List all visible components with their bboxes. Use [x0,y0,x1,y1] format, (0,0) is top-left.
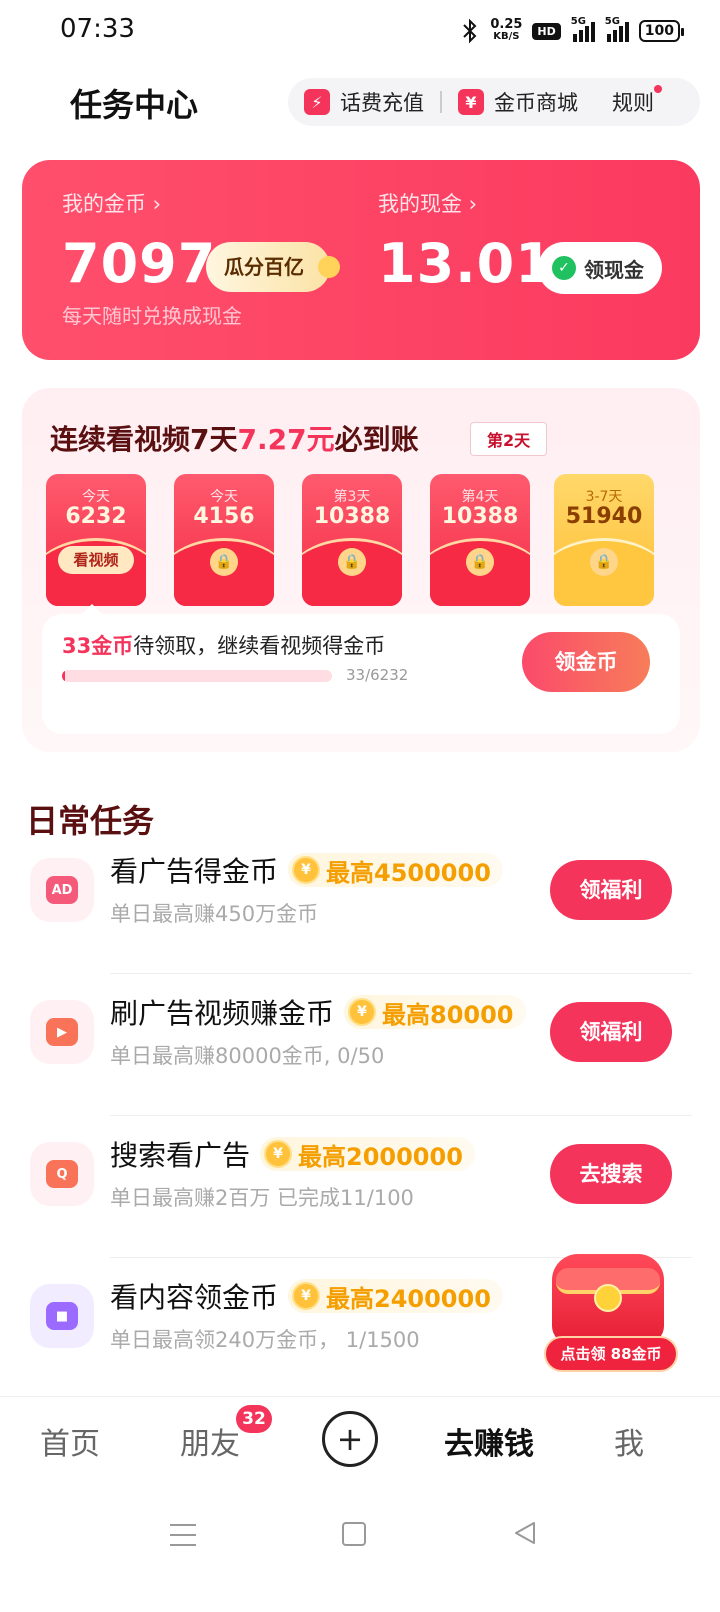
coin-shop-button[interactable]: ¥ 金币商城 [458,87,578,117]
video-camera-icon: ■ [30,1284,94,1348]
streak-title: 连续看视频7天 7.27元 必到账 [50,423,419,456]
task-title: 搜索看广告 ¥ 最高2000000 [110,1134,475,1174]
get-benefit-button[interactable]: 领福利 [550,860,672,920]
rules-button[interactable]: 规则 [612,85,662,117]
max-reward-badge: ¥ 最高4500000 [288,853,503,887]
progress-count: 33/6232 [346,666,409,684]
recharge-button[interactable]: ⚡ 话费充值 [304,87,424,117]
rules-label: 规则 [612,91,654,115]
recharge-label: 话费充值 [340,91,424,115]
system-nav-bar [0,1488,720,1612]
nav-home[interactable]: 首页 [40,1419,100,1463]
task-subtitle: 单日最高赚2百万 已完成11/100 [110,1186,414,1210]
max-reward-badge: ¥ 最高2400000 [288,1279,503,1313]
watch-streak-card: 连续看视频7天 7.27元 必到账 第2天 今天 6232 看视频 今天 4156 … [22,388,700,752]
bottom-nav: 首页 朋友 32 + 去赚钱 我 [0,1396,720,1488]
video-play-icon: ▶ [30,1000,94,1064]
task-subtitle: 单日最高领240万金币， 1/1500 [110,1328,420,1352]
watch-video-button[interactable]: 看视频 [58,546,134,574]
task-title: 看广告得金币 ¥ 最高4500000 [110,850,503,890]
my-coins-link[interactable]: 我的金币 › [62,188,161,218]
streak-day-badge: 第2天 [470,422,548,456]
wechat-pay-icon: ✓ [552,256,576,280]
coin-icon: ¥ [292,1282,321,1310]
pending-coins-text: 33金币待领取，继续看视频得金币 [62,634,386,658]
cash-value: 13.01 [378,232,554,295]
my-cash-link[interactable]: 我的现金 › [378,188,477,218]
lock-icon: 🔒 [338,548,366,576]
home-icon[interactable] [342,1522,366,1546]
lock-icon: 🔒 [210,548,238,576]
coins-value: 7097 [62,232,217,295]
nav-earn[interactable]: 去赚钱 [444,1419,534,1463]
lock-icon: 🔒 [590,548,618,576]
status-time: 07:33 [60,14,135,44]
status-bar: 07:33 0.25 KB/S HD 5G 5G 100 [0,0,720,64]
add-icon[interactable]: + [322,1411,378,1467]
task-title: 刷广告视频赚金币 ¥ 最高80000 [110,992,526,1032]
page-title: 任务中心 [70,86,199,124]
lock-icon: 🔒 [466,548,494,576]
back-icon[interactable] [510,1518,540,1548]
pending-coins-box: 33金币待领取，继续看视频得金币 33/6232 领金币 [42,604,680,734]
share-billions-badge[interactable]: 瓜分百亿 [206,242,340,292]
lightning-icon: ⚡ [304,89,330,115]
chest-label: 点击领 88金币 [544,1336,678,1372]
task-subtitle: 单日最高赚450万金币 [110,902,319,926]
envelope-day-4[interactable]: 第4天 10388 🔒 [430,474,530,606]
ticket-icon: ¥ [458,89,484,115]
header-actions: ⚡ 话费充值 ¥ 金币商城 规则 [288,78,700,126]
coin-icon [594,1284,622,1312]
friends-badge: 32 [236,1405,272,1433]
coin-shop-label: 金币商城 [494,91,578,115]
max-reward-badge: ¥ 最高80000 [344,995,526,1029]
task-item: Q 搜索看广告 ¥ 最高2000000 单日最高赚2百万 已完成11/100 去搜… [0,1116,720,1258]
hd-voice-icon: HD [532,22,561,40]
wallet-subtitle: 每天随时兑换成现金 [62,304,242,328]
coin-icon: ¥ [348,998,377,1026]
search-play-icon: Q [30,1142,94,1206]
progress-bar [62,670,332,682]
task-item: ▶ 刷广告视频赚金币 ¥ 最高80000 单日最高赚80000金币, 0/50 领… [0,974,720,1116]
treasure-chest-icon [552,1254,664,1344]
coin-icon: ¥ [264,1140,293,1168]
nav-friends[interactable]: 朋友 32 [180,1405,272,1463]
withdraw-cash-label: 领现金 [584,257,644,282]
envelope-day-3[interactable]: 第3天 10388 🔒 [302,474,402,606]
signal-5g-icon-2: 5G [605,16,629,42]
envelope-day-2[interactable]: 今天 4156 🔒 [174,474,274,606]
ad-icon: AD [30,858,94,922]
header: 任务中心 ⚡ 话费充值 ¥ 金币商城 规则 [0,72,720,130]
task-title: 看内容领金币 ¥ 最高2400000 [110,1276,503,1316]
battery-icon: 100 [638,20,685,42]
divider [440,91,442,113]
withdraw-cash-button[interactable]: ✓ 领现金 [538,242,662,294]
menu-icon[interactable] [170,1524,196,1546]
get-benefit-button[interactable]: 领福利 [550,1002,672,1062]
network-speed: 0.25 KB/S [490,17,523,42]
bluetooth-icon [463,18,477,44]
status-icons: 0.25 KB/S HD 5G 5G 100 [460,16,685,44]
treasure-chest-button[interactable]: 点击领 88金币 [544,1254,678,1374]
coin-icon: ¥ [292,856,321,884]
notification-dot [654,85,662,93]
task-subtitle: 单日最高赚80000金币, 0/50 [110,1044,385,1068]
task-item: AD 看广告得金币 ¥ 最高4500000 单日最高赚450万金币 领福利 [0,832,720,974]
claim-coins-button[interactable]: 领金币 [522,632,650,692]
max-reward-badge: ¥ 最高2000000 [260,1137,475,1171]
progress-fill [62,670,66,682]
envelope-row: 今天 6232 看视频 今天 4156 🔒 第3天 10388 🔒 第4天 10… [46,474,676,610]
envelope-day-3-7[interactable]: 3-7天 51940 🔒 [554,474,654,606]
envelope-day-1[interactable]: 今天 6232 看视频 [46,474,146,606]
nav-me[interactable]: 我 [614,1419,644,1463]
signal-5g-icon: 5G [571,16,595,42]
go-search-button[interactable]: 去搜索 [550,1144,672,1204]
wallet-card: 我的金币 › 7097 瓜分百亿 我的现金 › 13.01 ✓ 领现金 每天随时… [22,160,700,360]
